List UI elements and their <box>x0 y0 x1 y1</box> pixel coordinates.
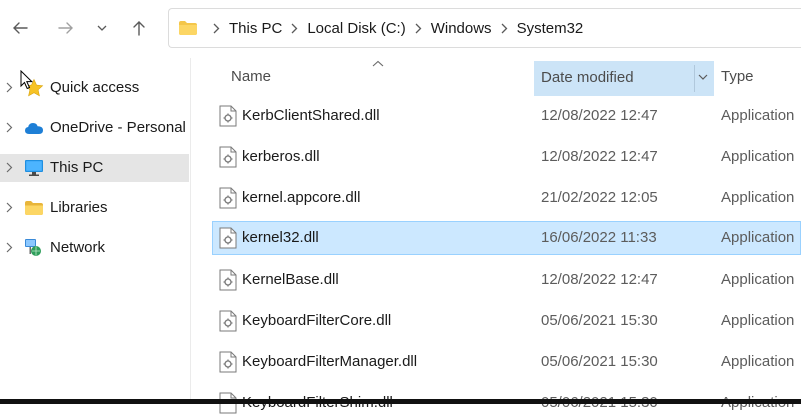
dll-file-icon <box>219 105 237 127</box>
chevron-right-icon[interactable] <box>291 23 298 34</box>
column-divider[interactable] <box>694 65 695 92</box>
chevron-right-icon[interactable] <box>6 122 13 133</box>
nav-item-label: Libraries <box>50 199 108 216</box>
window-bottom-edge <box>0 399 801 404</box>
file-date-modified: 12/08/2022 12:47 <box>541 271 658 288</box>
nav-item-label: This PC <box>50 159 104 176</box>
column-header-label: Type <box>721 67 754 85</box>
breadcrumb-system32[interactable]: System32 <box>517 20 584 37</box>
file-type: Application <box>721 353 795 370</box>
file-row[interactable]: KerbClientShared.dll 12/08/2022 12:47 Ap… <box>212 99 801 133</box>
nav-item-label: Network <box>50 239 106 256</box>
file-name: kernel.appcore.dll <box>242 189 361 206</box>
dll-file-icon <box>219 310 237 332</box>
chevron-right-icon[interactable] <box>213 23 220 34</box>
file-type: Application <box>721 189 795 206</box>
breadcrumb-local-disk[interactable]: Local Disk (C:) <box>307 20 405 37</box>
file-row[interactable]: KeyboardFilterCore.dll 05/06/2021 15:30 … <box>212 304 801 338</box>
file-row[interactable]: kerberos.dll 12/08/2022 12:47 Applicatio… <box>212 140 801 174</box>
dll-file-icon <box>219 227 237 249</box>
arrow-right-icon <box>58 22 73 34</box>
nav-item-network[interactable]: Network <box>0 234 189 262</box>
column-header-label: Date modified <box>541 69 634 86</box>
navigation-pane: Quick access OneDrive - Personal This PC… <box>0 58 190 404</box>
address-bar[interactable]: This PC Local Disk (C:) Windows System32 <box>168 8 801 48</box>
pane-divider[interactable] <box>190 58 191 404</box>
file-name: KernelBase.dll <box>242 271 339 288</box>
folder-icon <box>25 201 43 215</box>
file-row[interactable]: KernelBase.dll 12/08/2022 12:47 Applicat… <box>212 263 801 297</box>
chevron-right-icon[interactable] <box>415 23 422 34</box>
chevron-right-icon[interactable] <box>501 23 508 34</box>
arrow-left-icon <box>13 22 28 34</box>
nav-item-label: OneDrive - Personal <box>50 119 186 136</box>
sort-ascending-icon <box>372 60 384 67</box>
file-row[interactable]: KeyboardFilterManager.dll 05/06/2021 15:… <box>212 345 801 379</box>
chevron-down-icon <box>97 25 107 31</box>
file-date-modified: 12/08/2022 12:47 <box>541 107 658 124</box>
chevron-right-icon[interactable] <box>6 82 13 93</box>
chevron-right-icon[interactable] <box>6 162 13 173</box>
file-row[interactable]: kernel.appcore.dll 21/02/2022 12:05 Appl… <box>212 181 801 215</box>
file-name: kernel32.dll <box>242 229 319 246</box>
up-button[interactable] <box>125 14 153 42</box>
monitor-icon <box>25 160 43 176</box>
nav-item-this-pc[interactable]: This PC <box>0 154 189 182</box>
file-type: Application <box>721 107 795 124</box>
file-date-modified: 21/02/2022 12:05 <box>541 189 658 206</box>
file-type: Application <box>721 229 795 246</box>
breadcrumb-this-pc[interactable]: This PC <box>229 20 282 37</box>
column-header-type[interactable]: Type <box>721 58 754 94</box>
mouse-cursor-icon <box>20 70 34 90</box>
recent-locations-button[interactable] <box>90 14 114 42</box>
column-header-date-modified[interactable]: Date modified <box>534 61 714 96</box>
file-type: Application <box>721 148 795 165</box>
nav-item-label: Quick access <box>50 79 140 96</box>
folder-icon <box>178 20 198 36</box>
chevron-right-icon[interactable] <box>6 202 13 213</box>
file-name: kerberos.dll <box>242 148 320 165</box>
network-icon <box>25 239 41 256</box>
dll-file-icon <box>219 269 237 291</box>
dll-file-icon <box>219 351 237 373</box>
chevron-down-icon[interactable] <box>698 73 708 81</box>
command-bar: This PC Local Disk (C:) Windows System32 <box>0 0 801 58</box>
file-date-modified: 16/06/2022 11:33 <box>541 229 657 246</box>
chevron-right-icon[interactable] <box>6 242 13 253</box>
nav-item-libraries[interactable]: Libraries <box>0 194 189 222</box>
file-date-modified: 12/08/2022 12:47 <box>541 148 658 165</box>
file-type: Application <box>721 312 795 329</box>
column-header-name[interactable]: Name <box>231 58 271 94</box>
forward-button[interactable] <box>52 14 80 42</box>
column-header-label: Name <box>231 67 272 85</box>
dll-file-icon <box>219 146 237 168</box>
dll-file-icon <box>219 187 237 209</box>
file-row-selected[interactable]: kernel32.dll 16/06/2022 11:33 Applicatio… <box>212 221 801 255</box>
file-type: Application <box>721 271 795 288</box>
cloud-icon <box>25 123 43 134</box>
back-button[interactable] <box>6 14 34 42</box>
file-date-modified: 05/06/2021 15:30 <box>541 312 658 329</box>
breadcrumb-windows[interactable]: Windows <box>431 20 492 37</box>
file-name: KerbClientShared.dll <box>242 107 380 124</box>
file-name: KeyboardFilterManager.dll <box>242 353 418 370</box>
file-name: KeyboardFilterCore.dll <box>242 312 392 329</box>
file-date-modified: 05/06/2021 15:30 <box>541 353 658 370</box>
nav-item-onedrive[interactable]: OneDrive - Personal <box>0 114 189 142</box>
arrow-up-icon <box>133 21 145 36</box>
